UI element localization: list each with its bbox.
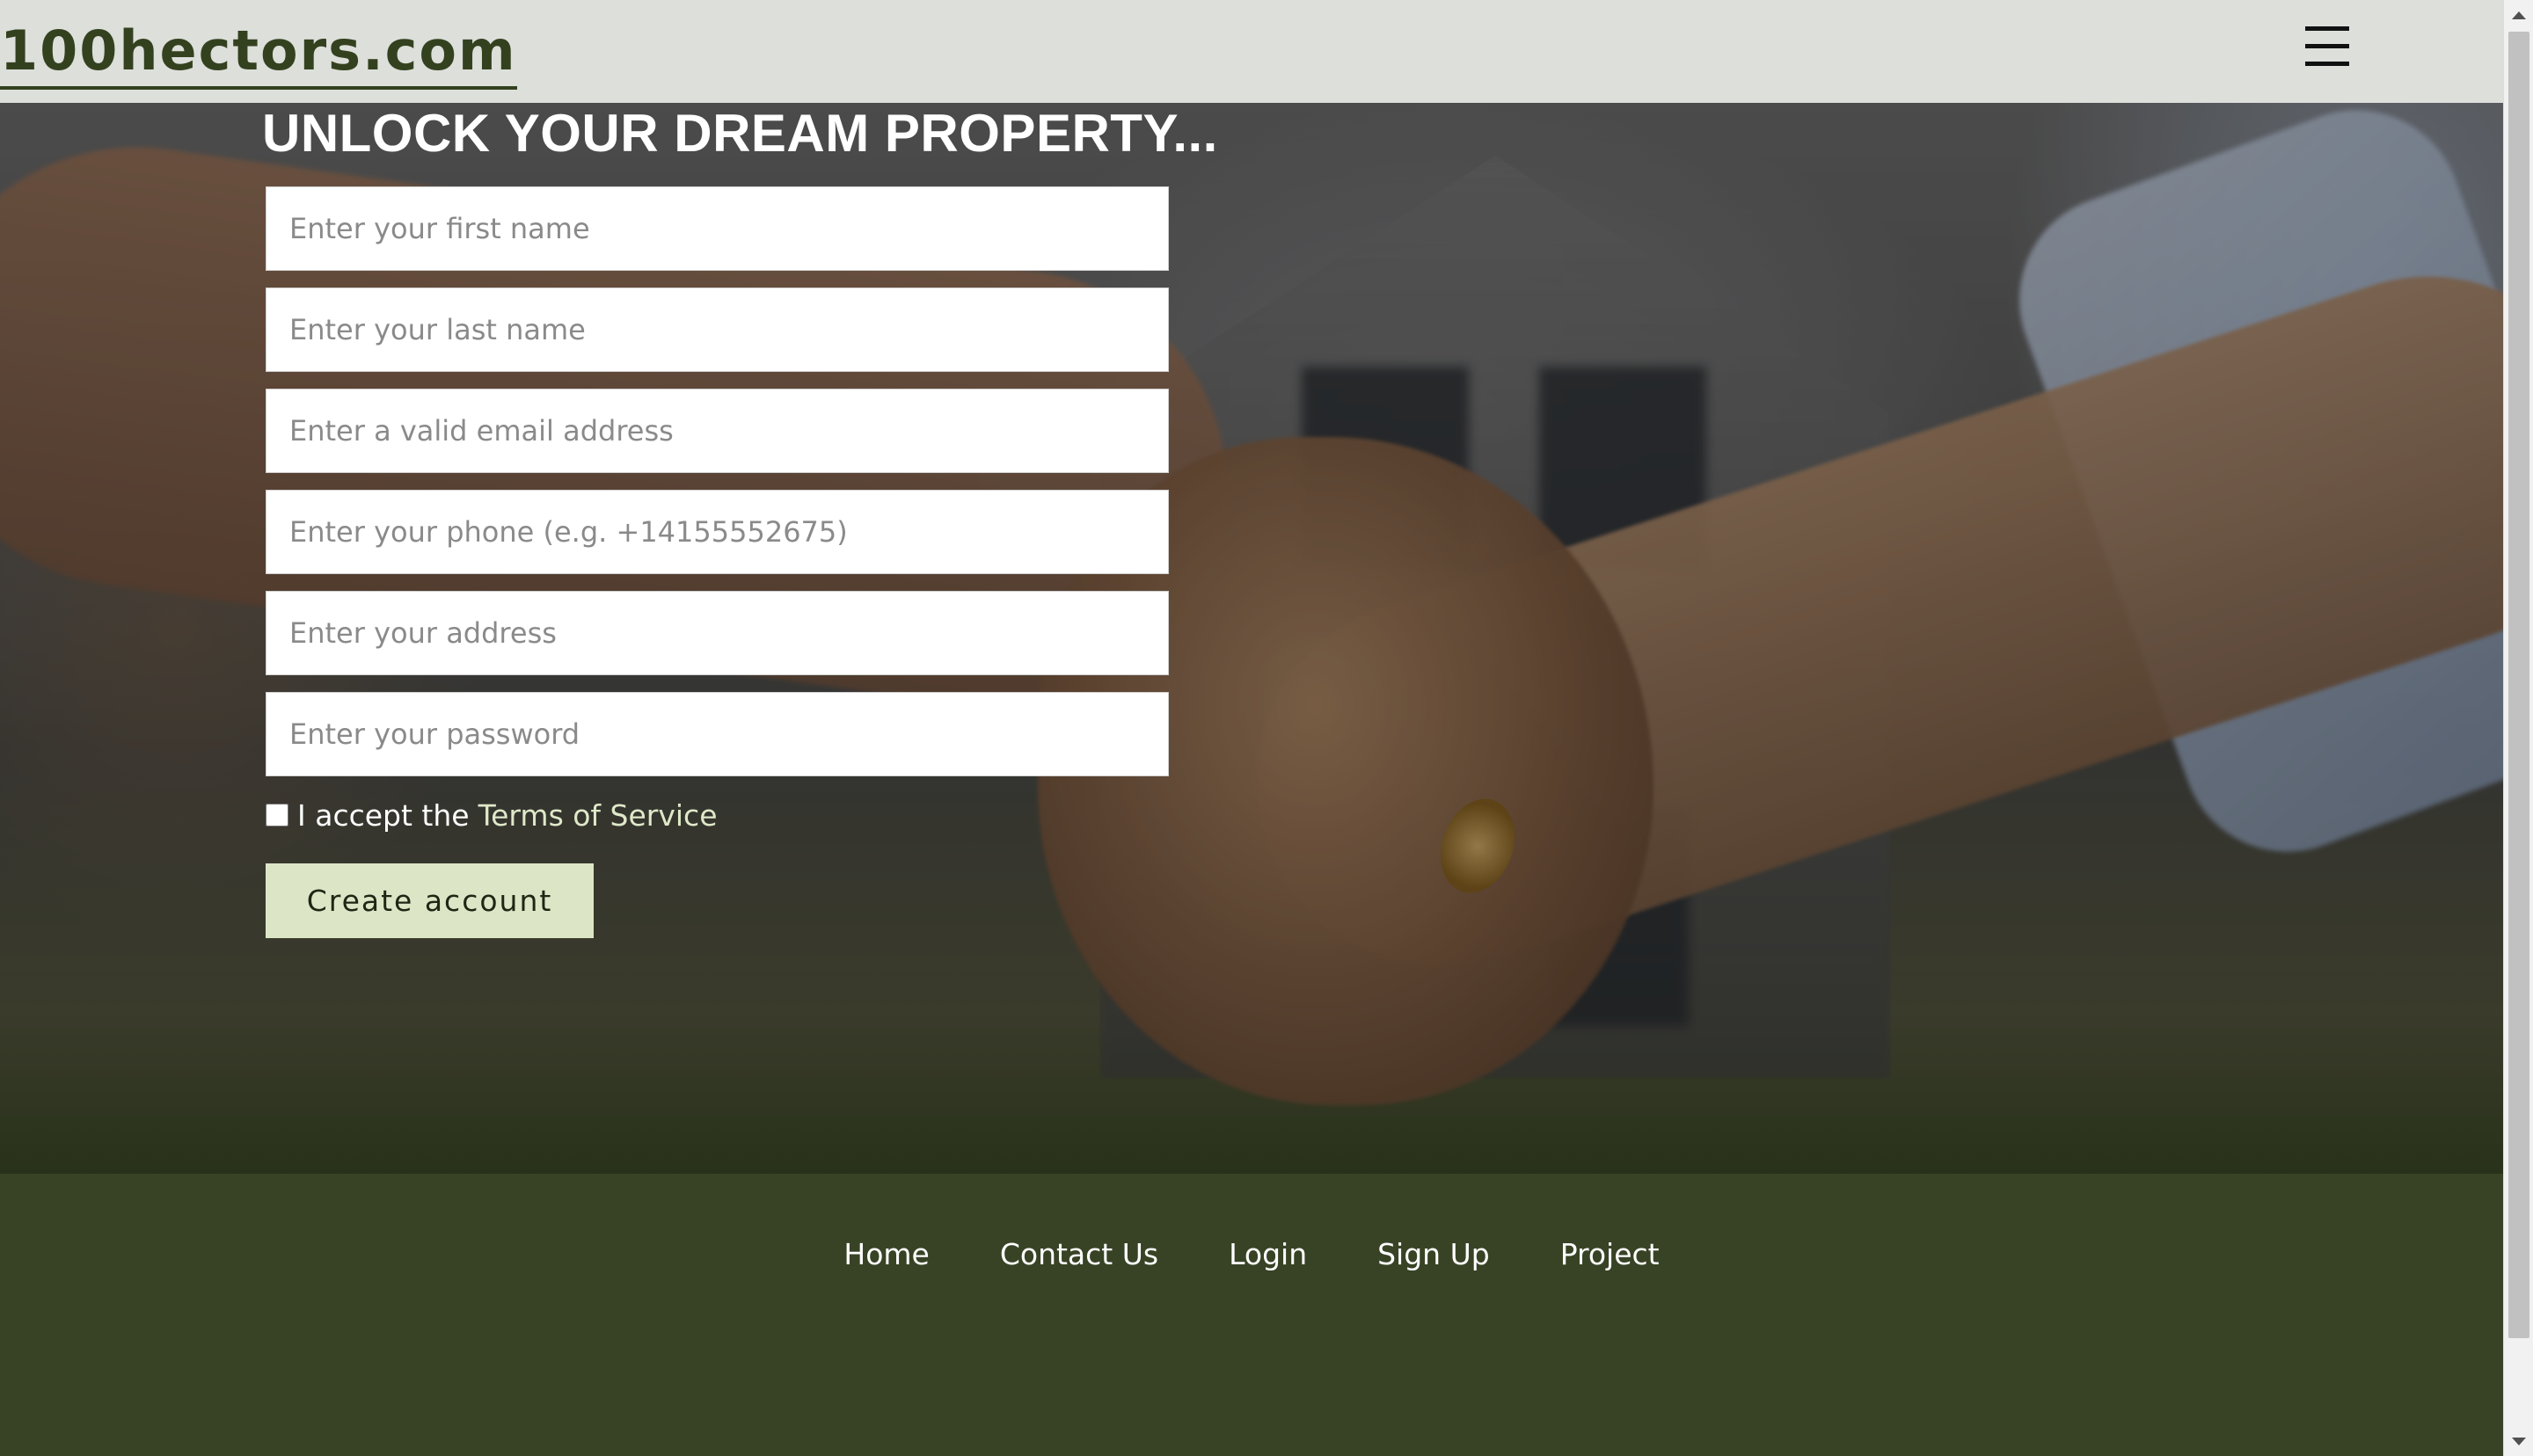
hero-title: UNLOCK YOUR DREAM PROPERTY... <box>262 104 1218 163</box>
terms-row: I accept the Terms of Service <box>266 793 1169 837</box>
terms-label: I accept the <box>297 797 470 833</box>
page: 100hectors.com UNLOCK YOUR DREAM PROPERT… <box>0 0 2503 1456</box>
terms-of-service-link[interactable]: Terms of Service <box>478 798 718 833</box>
top-navbar: 100hectors.com <box>0 0 2503 103</box>
signup-form: I accept the Terms of Service Create acc… <box>266 186 1169 938</box>
footer-link-project[interactable]: Project <box>1560 1235 1660 1274</box>
password-input[interactable] <box>266 692 1169 776</box>
create-account-button[interactable]: Create account <box>266 863 594 938</box>
phone-input[interactable] <box>266 490 1169 574</box>
footer-link-login[interactable]: Login <box>1229 1235 1307 1274</box>
last-name-input[interactable] <box>266 288 1169 372</box>
footer-nav: Home Contact Us Login Sign Up Project <box>0 1235 2503 1274</box>
terms-checkbox[interactable] <box>266 804 288 826</box>
scroll-up-arrow-icon[interactable] <box>2504 0 2533 30</box>
hero-section: UNLOCK YOUR DREAM PROPERTY... I accept t… <box>0 103 2503 1174</box>
scrollbar-thumb[interactable] <box>2508 32 2529 1338</box>
footer: Home Contact Us Login Sign Up Project <box>0 1174 2503 1456</box>
site-logo-link[interactable]: 100hectors.com <box>0 19 517 90</box>
footer-link-home[interactable]: Home <box>843 1235 929 1274</box>
vertical-scrollbar[interactable] <box>2503 0 2533 1456</box>
footer-link-contact-us[interactable]: Contact Us <box>1000 1235 1158 1274</box>
footer-link-sign-up[interactable]: Sign Up <box>1377 1235 1490 1274</box>
scroll-down-arrow-icon[interactable] <box>2504 1426 2533 1456</box>
hamburger-menu-icon[interactable] <box>2287 19 2366 74</box>
address-input[interactable] <box>266 591 1169 675</box>
first-name-input[interactable] <box>266 186 1169 271</box>
email-input[interactable] <box>266 389 1169 473</box>
